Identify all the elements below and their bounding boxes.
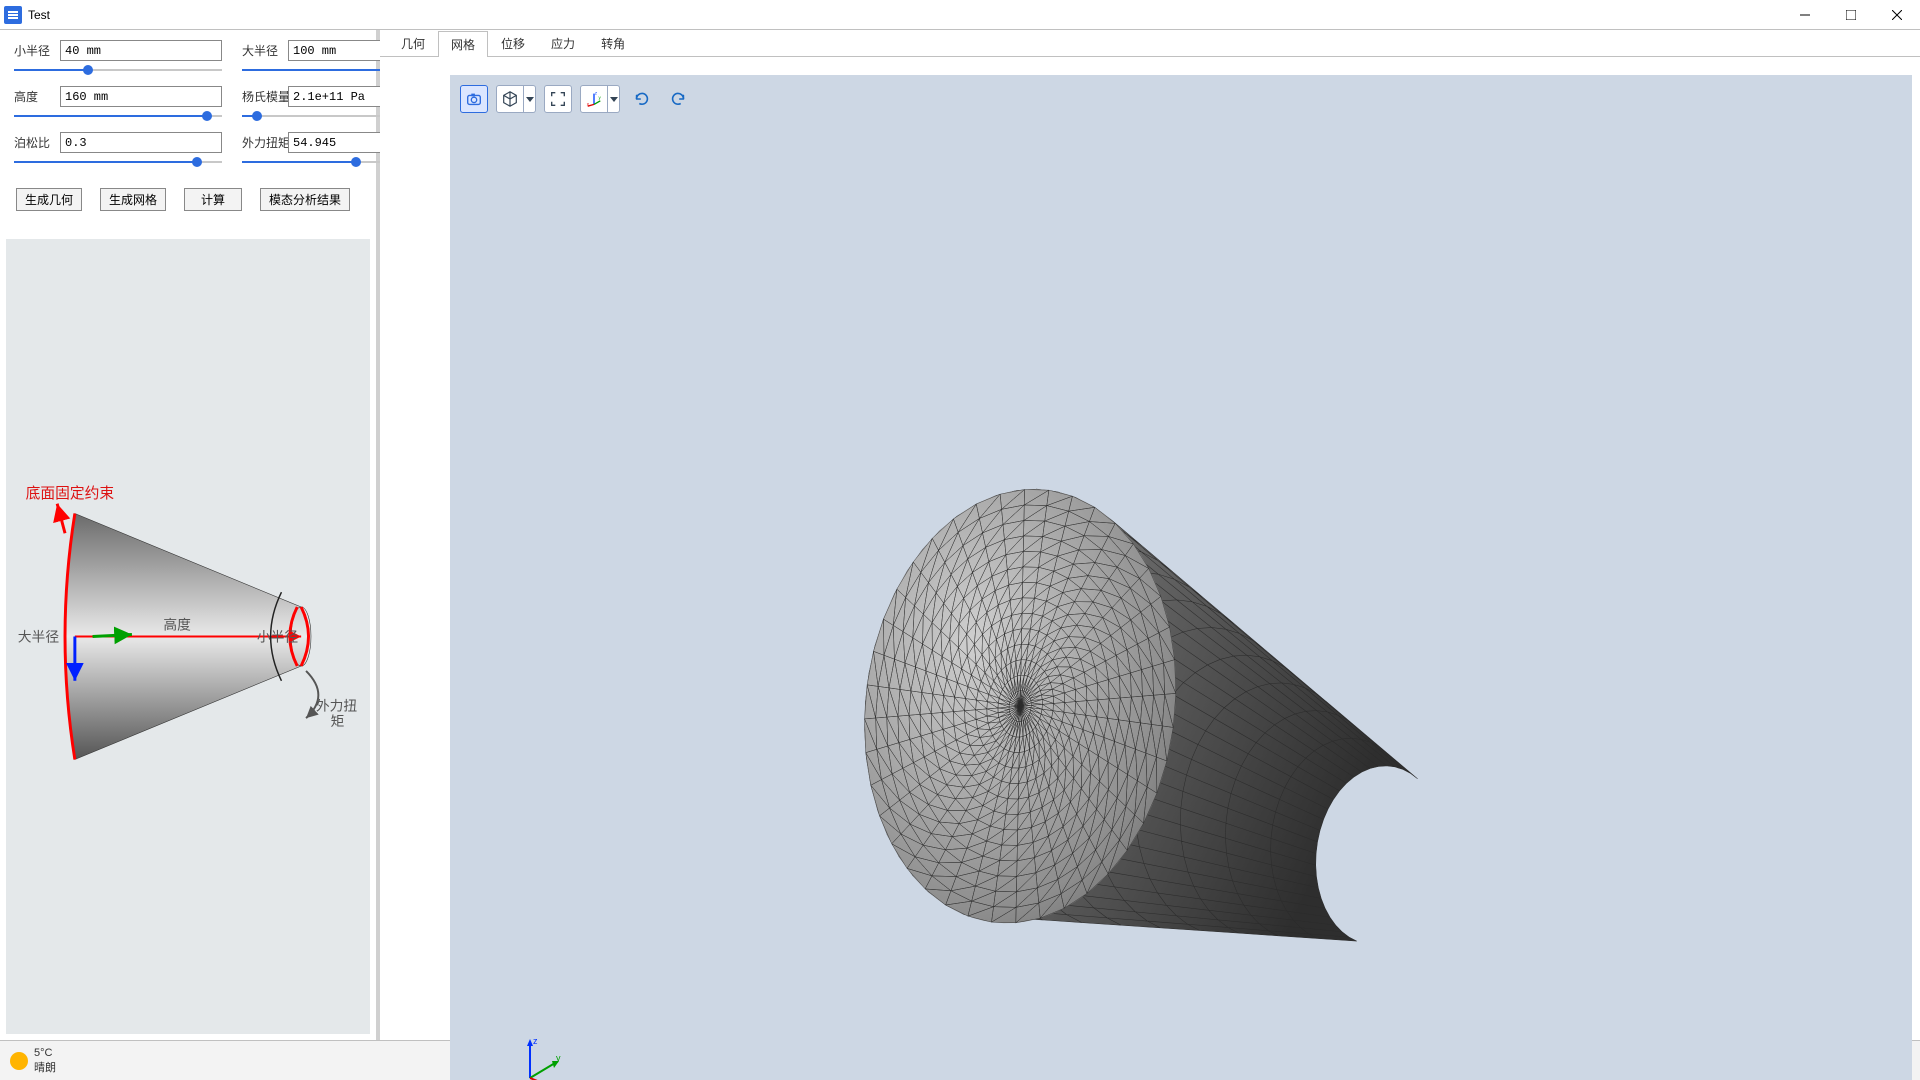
3d-viewport[interactable]: zyx [450,75,1912,1080]
close-button[interactable] [1874,0,1920,30]
tab-mesh[interactable]: 网格 [438,31,488,57]
large-radius-label: 大半径 [242,42,284,59]
view-cube-dropdown[interactable] [524,85,536,113]
torque-label: 外力扭矩 [242,134,284,151]
tab-stress[interactable]: 应力 [538,30,588,56]
weather-widget[interactable]: 5°C 晴朗 [10,1047,56,1075]
height-slider[interactable] [14,109,222,123]
svg-text:y: y [556,1053,561,1063]
diagram-height-label: 高度 [163,617,191,633]
view-cube-icon[interactable] [496,85,524,113]
fit-view-icon[interactable] [544,85,572,113]
modal-results-button[interactable]: 模态分析结果 [260,188,350,211]
diagram-torque-label-1: 外力扭 [316,698,358,713]
svg-text:y: y [599,95,602,100]
tab-displacement[interactable]: 位移 [488,30,538,56]
rotate-cw-icon[interactable] [664,85,692,113]
diagram-torque-label-2: 矩 [331,714,345,729]
tab-geometry[interactable]: 几何 [388,30,438,56]
sun-icon [10,1052,28,1070]
diagram-large-radius-label: 大半径 [18,629,60,644]
poisson-label: 泊松比 [14,134,56,151]
weather-desc: 晴朗 [34,1059,56,1075]
generate-geometry-button[interactable]: 生成几何 [16,188,82,211]
app-icon [4,6,22,24]
window-title: Test [28,8,50,22]
diagram-fixed-label: 底面固定约束 [26,485,115,502]
svg-text:z: z [533,1036,538,1046]
generate-mesh-button[interactable]: 生成网格 [100,188,166,211]
minimize-button[interactable] [1782,0,1828,30]
svg-text:z: z [595,91,598,96]
camera-icon[interactable] [460,85,488,113]
result-tabbar: 几何 网格 位移 应力 转角 [380,30,1920,57]
poisson-input[interactable] [60,132,222,153]
compute-button[interactable]: 计算 [184,188,242,211]
axes-toggle-dropdown[interactable] [608,85,620,113]
viewport-toolbar: zyx [460,85,692,113]
small-radius-input[interactable] [60,40,222,61]
axes-toggle-icon[interactable]: zyx [580,85,608,113]
parameter-panel: 小半径 大半径 高度 [0,30,380,1040]
mesh-rendering [450,75,1912,1080]
height-label: 高度 [14,88,56,105]
maximize-button[interactable] [1828,0,1874,30]
rotate-ccw-icon[interactable] [628,85,656,113]
height-input[interactable] [60,86,222,107]
tab-angle[interactable]: 转角 [588,30,638,56]
temperature: 5°C [34,1047,56,1059]
diagram-small-radius-label: 小半径 [257,629,299,644]
poisson-slider[interactable] [14,155,222,169]
titlebar: Test [0,0,1920,30]
axis-gizmo: z y x [510,1033,570,1080]
small-radius-label: 小半径 [14,42,56,59]
youngs-label: 杨氏模量 [242,88,284,105]
small-radius-slider[interactable] [14,63,222,77]
schematic-diagram: 底面固定约束 大半径 高度 小半径 外力扭 矩 [6,239,370,1034]
